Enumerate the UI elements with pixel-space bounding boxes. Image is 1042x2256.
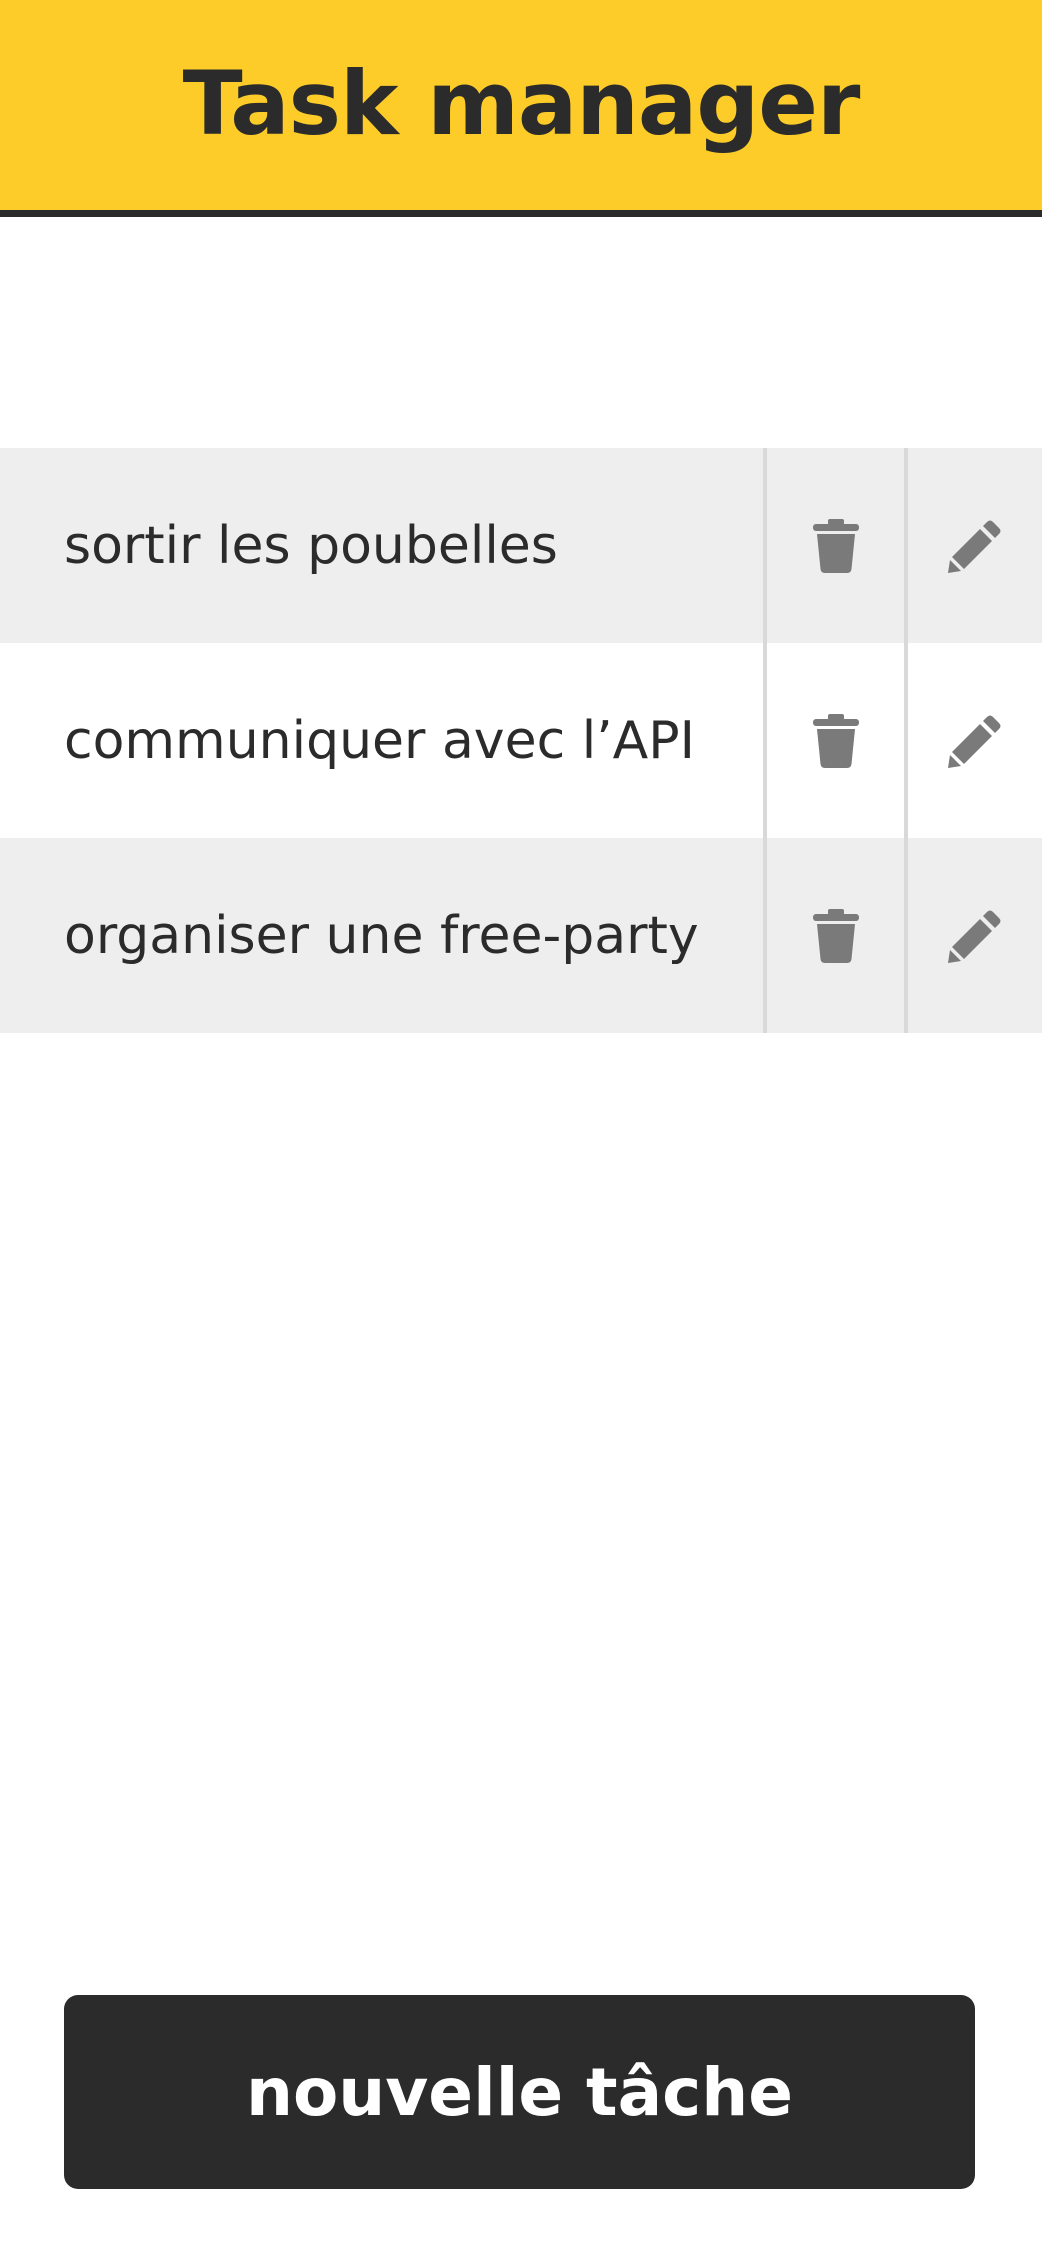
new-task-button[interactable]: nouvelle tâche [64,1995,975,2189]
trash-icon [812,518,859,573]
pencil-icon [948,715,1001,768]
task-row: organiser une free-party [0,838,1042,1033]
app-header: Task manager [0,0,1042,217]
edit-task-button[interactable] [904,448,1042,643]
delete-task-button[interactable] [763,838,904,1033]
page-title: Task manager [182,51,861,155]
pencil-icon [948,520,1001,573]
edit-task-button[interactable] [904,838,1042,1033]
task-row: communiquer avec l’API [0,643,1042,838]
task-label: communiquer avec l’API [64,710,695,771]
trash-icon [812,908,859,963]
task-label: organiser une free-party [64,905,699,966]
task-label: sortir les poubelles [64,515,558,576]
delete-task-button[interactable] [763,643,904,838]
task-list: sortir les poubelles communiquer avec l’… [0,448,1042,1033]
edit-task-button[interactable] [904,643,1042,838]
delete-task-button[interactable] [763,448,904,643]
trash-icon [812,713,859,768]
task-row: sortir les poubelles [0,448,1042,643]
pencil-icon [948,910,1001,963]
